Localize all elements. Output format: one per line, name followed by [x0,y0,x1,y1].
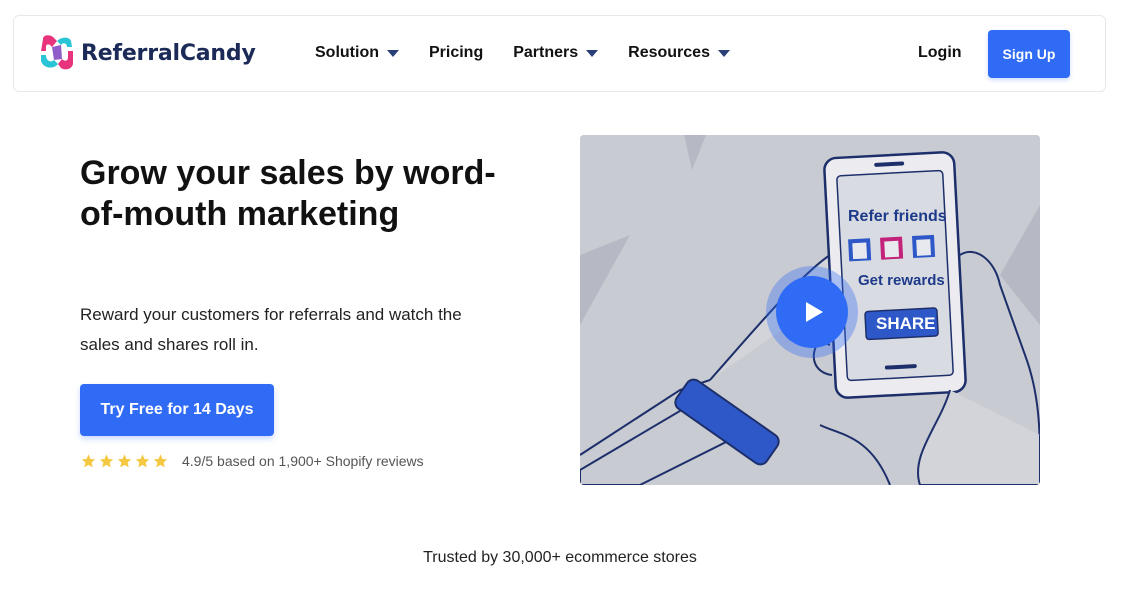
get-rewards-text: Get rewards [858,272,945,289]
trusted-by-text: Trusted by 30,000+ ecommerce stores [423,549,697,566]
video-thumbnail[interactable]: Refer friends Get rewards SHARE [580,135,1040,485]
star-icon [117,454,132,468]
site-header: ReferralCandy Solution Pricing Partners … [13,15,1106,92]
login-link[interactable]: Login [918,44,962,62]
nav-item-resources[interactable]: Resources [628,44,730,62]
star-icon [81,454,96,468]
star-icon [153,454,168,468]
nav-item-label: Solution [315,44,379,61]
play-button-inner [776,276,848,348]
star-icon [99,454,114,468]
share-text: SHARE [876,314,936,333]
play-button[interactable] [766,266,858,358]
nav-item-label: Resources [628,44,710,61]
rating: 4.9/5 based on 1,900+ Shopify reviews [80,453,424,469]
main-nav: Solution Pricing Partners Resources [315,44,760,62]
chevron-down-icon [386,49,399,57]
rating-text: 4.9/5 based on 1,900+ Shopify reviews [182,453,424,469]
play-icon [806,302,823,322]
star-icon [135,454,150,468]
brand-name: ReferralCandy [81,40,256,66]
chevron-down-icon [586,49,599,57]
brand-logo[interactable]: ReferralCandy [39,33,256,73]
nav-item-solution[interactable]: Solution [315,44,399,62]
hero-subtitle: Reward your customers for referrals and … [80,305,462,354]
nav-item-label: Pricing [428,44,484,61]
nav-item-label: Partners [513,44,579,61]
rating-stars [80,453,170,469]
nav-item-pricing[interactable]: Pricing [429,44,483,62]
referralcandy-logo-icon [41,35,73,70]
nav-item-partners[interactable]: Partners [513,44,599,62]
refer-friends-text: Refer friends [848,208,947,225]
signup-button[interactable]: Sign Up [988,30,1070,78]
try-free-button[interactable]: Try Free for 14 Days [80,384,274,436]
hero-title: Grow your sales by word-of-mouth marketi… [80,154,496,233]
chevron-down-icon [717,49,730,57]
